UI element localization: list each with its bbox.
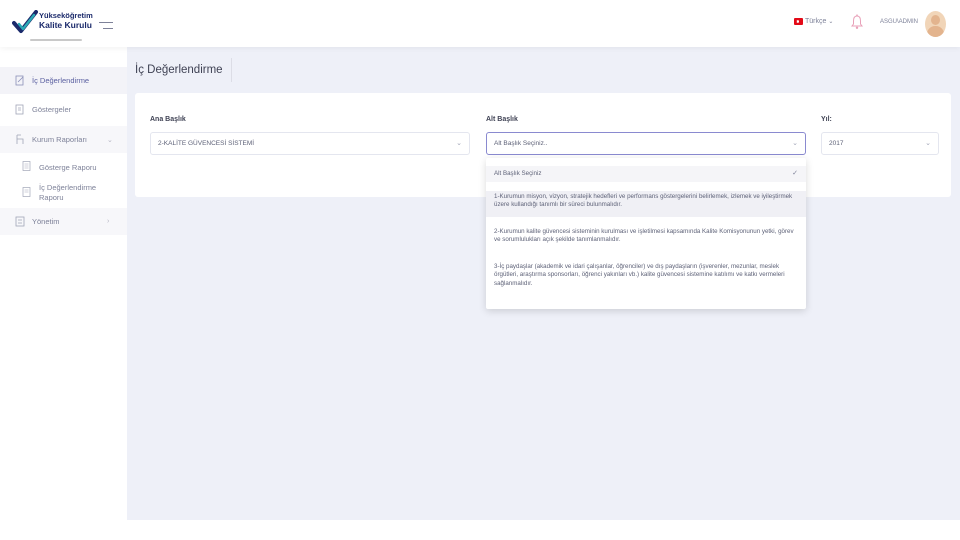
report-icon — [22, 161, 31, 171]
sidebar-item-label: Göstergeler — [32, 105, 72, 114]
dropdown-option[interactable]: Alt Başlık Seçiniz ✓ — [486, 166, 806, 182]
sidebar-item-label: İç Değerlendirme — [32, 76, 90, 85]
document-list-icon — [15, 104, 24, 115]
user-avatar[interactable] — [925, 11, 946, 37]
alt-baslik-dropdown-list: Alt Başlık Seçiniz ✓ 1-Kurumun misyon, v… — [486, 158, 806, 309]
logo-check-icon — [12, 10, 38, 33]
alt-baslik-select[interactable]: Alt Başlık Seçiniz.. ⌄ — [486, 132, 806, 155]
ana-baslik-label: Ana Başlık — [150, 116, 186, 123]
sidebar-item-gostergeler[interactable]: Göstergeler — [0, 96, 127, 123]
dropdown-option[interactable]: 3-İç paydaşlar (akademik ve idari çalışa… — [486, 263, 806, 303]
chevron-down-icon: ⌄ — [828, 19, 834, 25]
sidebar-item-ic-degerlendirme[interactable]: İç Değerlendirme — [0, 67, 127, 94]
chevron-down-icon: ⌄ — [792, 140, 798, 147]
alt-baslik-value: Alt Başlık Seçiniz.. — [494, 140, 548, 147]
title-divider — [231, 58, 232, 82]
chevron-right-icon: › — [107, 218, 110, 225]
chevron-down-icon: ⌄ — [456, 140, 462, 147]
menu-toggle-icon[interactable] — [99, 22, 113, 30]
sidebar-subitem-label: Gösterge Raporu — [39, 163, 97, 172]
page-title: İç Değerlendirme — [135, 64, 223, 76]
sidebar-item-label: Kurum Raporları — [32, 135, 88, 144]
dropdown-option-label: Alt Başlık Seçiniz — [494, 170, 542, 177]
yil-select[interactable]: 2017 ⌄ — [821, 132, 939, 155]
sidebar: İç Değerlendirme Göstergeler Kurum Rapor… — [0, 47, 127, 520]
sidebar-item-yonetim[interactable]: Yönetim › — [0, 208, 127, 235]
language-selector[interactable]: Türkçe ⌄ — [794, 18, 833, 25]
alt-baslik-label: Alt Başlık — [486, 116, 518, 123]
dropdown-option[interactable]: 1-Kurumun misyon, vizyon, stratejik hede… — [486, 191, 806, 217]
app-root: Yükseköğretim Kalite Kurulu Türkçe ⌄ ASG… — [0, 0, 960, 520]
check-icon: ✓ — [792, 170, 798, 177]
sidebar-subitem-label: İç Değerlendirme Raporu — [39, 183, 97, 202]
dropdown-option[interactable]: 2-Kurumun kalite güvencesi sisteminin ku… — [486, 228, 806, 252]
logo-line-2: Kalite Kurulu — [39, 19, 92, 30]
report-icon — [22, 187, 31, 197]
ana-baslik-select[interactable]: 2-KALİTE GÜVENCESİ SİSTEMİ ⌄ — [150, 132, 470, 155]
yil-value: 2017 — [829, 140, 844, 147]
ana-baslik-value: 2-KALİTE GÜVENCESİ SİSTEMİ — [158, 140, 255, 147]
sidebar-item-label: Yönetim — [32, 217, 60, 226]
logo-underline — [30, 39, 82, 41]
edit-document-icon — [15, 75, 24, 86]
top-header: Yükseköğretim Kalite Kurulu Türkçe ⌄ ASG… — [0, 0, 960, 47]
chevron-down-icon: ⌄ — [925, 140, 931, 147]
sidebar-subitem-ic-degerlendirme-raporu[interactable]: İç Değerlendirme Raporu — [0, 181, 127, 205]
logo-text: Yükseköğretim Kalite Kurulu — [39, 11, 93, 30]
language-label: Türkçe — [805, 18, 827, 25]
yokak-logo[interactable]: Yükseköğretim Kalite Kurulu — [12, 8, 93, 42]
turkey-flag-icon — [794, 18, 803, 25]
chair-icon — [16, 134, 24, 144]
settings-sliders-icon — [15, 216, 25, 227]
notification-bell-icon[interactable] — [851, 14, 863, 30]
sidebar-subitem-gosterge-raporu[interactable]: Gösterge Raporu — [0, 161, 127, 175]
sidebar-item-kurum-raporlari[interactable]: Kurum Raporları ⌄ — [0, 126, 127, 153]
yil-label: Yıl: — [821, 116, 832, 123]
chevron-down-icon: ⌄ — [107, 136, 113, 144]
user-name[interactable]: ASGU\ADMIN — [880, 19, 918, 25]
